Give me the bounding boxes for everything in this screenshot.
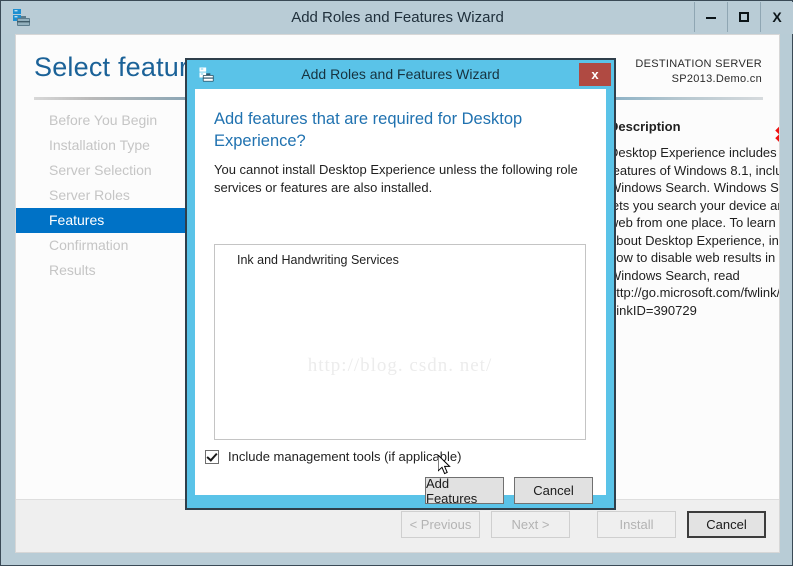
maximize-button[interactable] xyxy=(727,2,760,32)
annotation-red-x-icon: ✖ xyxy=(774,125,779,146)
required-features-listbox[interactable]: Ink and Handwriting Services http://blog… xyxy=(214,244,586,440)
next-button[interactable]: Next > xyxy=(491,511,570,538)
include-management-tools-row[interactable]: Include management tools (if applicable) xyxy=(205,449,461,464)
window-titlebar: Add Roles and Features Wizard X xyxy=(2,2,793,34)
watermark-text: http://blog. csdn. net/ xyxy=(307,355,493,376)
dialog-subtext: You cannot install Desktop Experience un… xyxy=(214,162,578,195)
window-controls: X xyxy=(694,2,793,32)
sidebar-item-installation-type[interactable]: Installation Type xyxy=(16,133,188,158)
footer-buttons: < Previous Next > Install Cancel xyxy=(401,511,766,538)
sidebar-item-features[interactable]: Features xyxy=(16,208,188,233)
sidebar-item-server-selection[interactable]: Server Selection xyxy=(16,158,188,183)
dialog-close-button[interactable]: x xyxy=(579,63,611,86)
cancel-button[interactable]: Cancel xyxy=(687,511,766,538)
dialog-title: Add Roles and Features Wizard xyxy=(301,66,500,82)
install-button[interactable]: Install xyxy=(597,511,676,538)
screen: Add Roles and Features Wizard X Select f… xyxy=(0,0,793,566)
dialog-cancel-button[interactable]: Cancel xyxy=(514,477,593,504)
include-management-tools-label: Include management tools (if applicable) xyxy=(228,449,462,464)
dialog-body: Add features that are required for Deskt… xyxy=(195,89,606,506)
maximize-icon xyxy=(739,12,749,22)
add-features-button[interactable]: Add Features xyxy=(425,476,504,506)
sidebar-item-confirmation[interactable]: Confirmation xyxy=(16,233,188,258)
close-button[interactable]: X xyxy=(760,2,793,32)
minimize-icon xyxy=(706,17,716,19)
destination-server-value: SP2013.Demo.cn xyxy=(671,73,762,85)
add-features-dialog: Add Roles and Features Wizard x Add feat… xyxy=(185,58,616,510)
dialog-heading: Add features that are required for Deskt… xyxy=(214,110,523,150)
description-heading: Description xyxy=(609,119,681,134)
sidebar-item-results[interactable]: Results xyxy=(16,258,188,283)
window-title: Add Roles and Features Wizard xyxy=(291,9,504,26)
description-body: Desktop Experience includes features of … xyxy=(609,145,780,318)
wizard-steps-sidebar: Before You Begin Installation Type Serve… xyxy=(16,108,188,500)
previous-button[interactable]: < Previous xyxy=(401,511,480,538)
dialog-buttons: Add Features Cancel xyxy=(425,476,593,506)
sidebar-item-server-roles[interactable]: Server Roles xyxy=(16,183,188,208)
minimize-button[interactable] xyxy=(694,2,727,32)
list-item[interactable]: Ink and Handwriting Services xyxy=(237,253,399,267)
sidebar-item-before-you-begin[interactable]: Before You Begin xyxy=(16,108,188,133)
destination-server-label: DESTINATION SERVER xyxy=(635,58,762,70)
dialog-titlebar: Add Roles and Features Wizard x xyxy=(187,60,614,89)
include-management-tools-checkbox[interactable] xyxy=(205,449,219,464)
destination-server: DESTINATION SERVER SP2013.Demo.cn xyxy=(635,57,762,87)
